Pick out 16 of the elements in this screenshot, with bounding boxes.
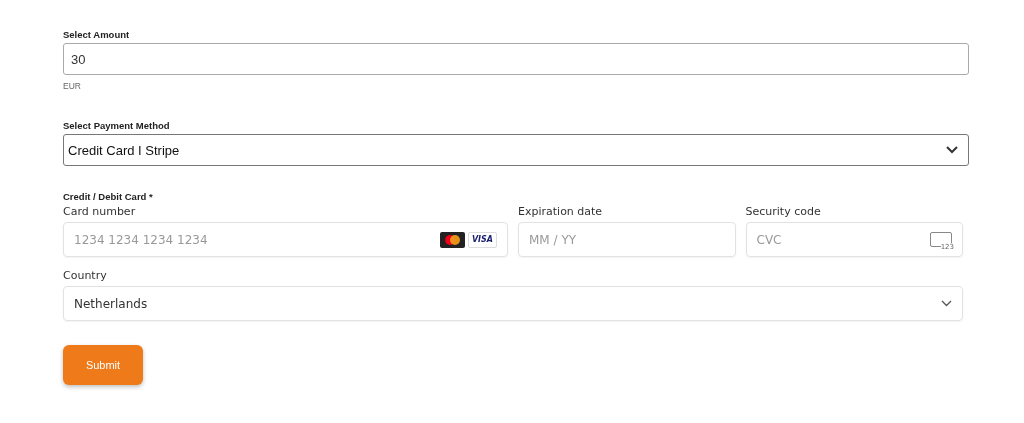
field-label: Card number bbox=[63, 205, 137, 218]
field-label: Expiration date bbox=[518, 205, 604, 218]
card-number-field[interactable]: 1234 1234 1234 1234 VISA bbox=[63, 222, 508, 257]
visa-logo: VISA bbox=[467, 231, 497, 248]
field-label: Select Amount bbox=[63, 29, 130, 40]
field-label: Security code bbox=[745, 205, 822, 218]
section-label: Credit / Debit Card * bbox=[63, 191, 153, 202]
field-label: Select Payment Method bbox=[63, 120, 170, 131]
currency-hint: EUR bbox=[63, 81, 81, 91]
country-select[interactable]: Netherlands bbox=[63, 286, 963, 321]
payment-method-select[interactable]: Credit Card I Stripe bbox=[63, 134, 969, 166]
field-label: Country bbox=[63, 269, 108, 282]
amount-field[interactable]: 30 bbox=[63, 43, 969, 75]
card-brand-icon bbox=[439, 231, 465, 248]
chevron-down-icon bbox=[946, 146, 958, 154]
chevron-down-icon bbox=[941, 300, 952, 307]
